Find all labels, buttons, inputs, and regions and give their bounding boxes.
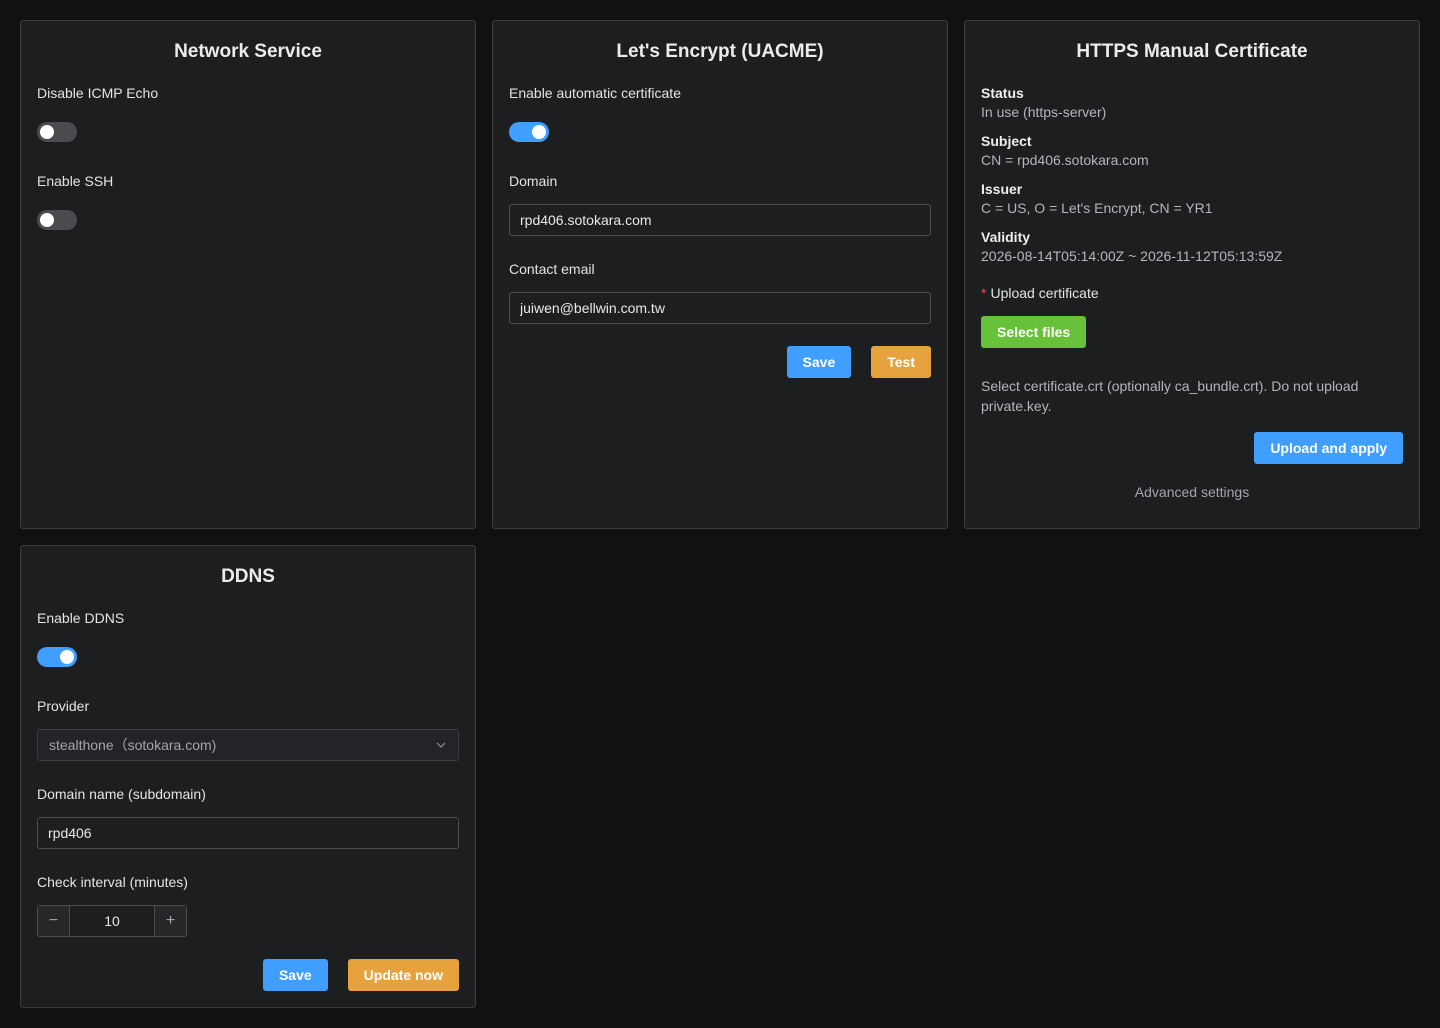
card-title: DDNS xyxy=(221,566,275,587)
toggle-knob xyxy=(60,650,74,664)
ddns-card: DDNS Enable DDNS Provider stealthone（sot… xyxy=(20,545,476,1008)
interval-value[interactable]: 10 xyxy=(70,906,154,936)
test-button[interactable]: Test xyxy=(871,346,931,378)
email-label: Contact email xyxy=(509,261,595,277)
save-button[interactable]: Save xyxy=(262,959,328,991)
upload-certificate-label: * Upload certificate xyxy=(981,284,1403,302)
increase-button[interactable]: + xyxy=(154,906,186,936)
provider-select[interactable]: stealthone（sotokara.com) xyxy=(37,729,459,761)
subject-value: CN = rpd406.sotokara.com xyxy=(981,152,1149,168)
required-mark: * xyxy=(981,285,987,301)
upload-label-text: Upload certificate xyxy=(990,285,1099,301)
validity-key: Validity xyxy=(981,229,1031,245)
icmp-label: Disable ICMP Echo xyxy=(37,85,159,101)
save-button[interactable]: Save xyxy=(786,346,852,378)
card-title: Network Service xyxy=(174,41,322,62)
provider-label: Provider xyxy=(37,698,90,714)
provider-value: stealthone（sotokara.com) xyxy=(49,737,217,753)
email-input[interactable] xyxy=(509,292,931,324)
toggle-knob xyxy=(532,125,546,139)
https-manual-card: HTTPS Manual Certificate Status In use (… xyxy=(964,20,1420,529)
ddns-actions: Save Update now xyxy=(37,959,459,991)
letsencrypt-card: Let's Encrypt (UACME) Enable automatic c… xyxy=(492,20,948,529)
select-files-button[interactable]: Select files xyxy=(981,316,1087,348)
card-title: HTTPS Manual Certificate xyxy=(1076,41,1308,62)
card-title: Let's Encrypt (UACME) xyxy=(616,41,824,62)
domain-input[interactable] xyxy=(509,204,931,236)
issuer-value: C = US, O = Let's Encrypt, CN = YR1 xyxy=(981,200,1213,216)
validity-value: 2026-08-14T05:14:00Z ~ 2026-11-12T05:13:… xyxy=(981,248,1283,264)
status-value: In use (https-server) xyxy=(981,104,1107,120)
ssh-toggle[interactable] xyxy=(37,210,77,230)
issuer-key: Issuer xyxy=(981,181,1023,197)
toggle-knob xyxy=(40,125,54,139)
toggle-knob xyxy=(40,213,54,227)
auto-cert-label: Enable automatic certificate xyxy=(509,85,681,101)
subdomain-input[interactable] xyxy=(37,817,459,849)
interval-stepper: − 10 + xyxy=(37,905,187,937)
enable-ddns-toggle[interactable] xyxy=(37,647,77,667)
letsencrypt-actions: Save Test xyxy=(509,346,931,378)
upload-hint: Select certificate.crt (optionally ca_bu… xyxy=(981,378,1359,414)
decrease-button[interactable]: − xyxy=(38,906,70,936)
icmp-toggle[interactable] xyxy=(37,122,77,142)
advanced-settings-link[interactable]: Advanced settings xyxy=(981,484,1403,500)
interval-label: Check interval (minutes) xyxy=(37,874,188,890)
subject-key: Subject xyxy=(981,133,1032,149)
enable-ddns-label: Enable DDNS xyxy=(37,610,125,626)
status-key: Status xyxy=(981,85,1024,101)
update-now-button[interactable]: Update now xyxy=(347,959,459,991)
ssh-label: Enable SSH xyxy=(37,173,114,189)
subdomain-label: Domain name (subdomain) xyxy=(37,786,206,802)
upload-actions: Upload and apply xyxy=(981,432,1403,464)
domain-label: Domain xyxy=(509,173,558,189)
network-service-card: Network Service Disable ICMP Echo Enable… xyxy=(20,20,476,529)
upload-apply-button[interactable]: Upload and apply xyxy=(1254,432,1403,464)
auto-cert-toggle[interactable] xyxy=(509,122,549,142)
chevron-down-icon xyxy=(435,739,447,751)
